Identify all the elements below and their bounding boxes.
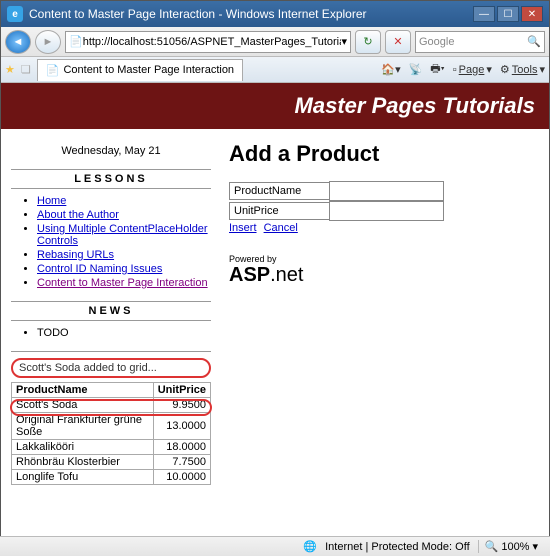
table-row: Lakkalikööri18.0000	[12, 440, 211, 455]
list-item: Home	[37, 195, 211, 207]
browser-tab[interactable]: 📄 Content to Master Page Interaction	[37, 59, 243, 81]
lesson-link[interactable]: Using Multiple ContentPlaceHolder Contro…	[37, 223, 208, 247]
dropdown-icon[interactable]: ▾	[341, 35, 347, 48]
lesson-link[interactable]: Rebasing URLs	[37, 249, 114, 261]
feeds-icon[interactable]: ❏	[21, 63, 31, 76]
lesson-link[interactable]: Home	[37, 195, 66, 207]
zoom-level: 100%	[501, 541, 529, 553]
nav-toolbar: ◄ ► 📄 ▾ ↻ ✕ Google 🔍	[1, 27, 549, 57]
search-text: Google	[419, 36, 527, 48]
minimize-button[interactable]: —	[473, 6, 495, 22]
ie-icon: e	[7, 6, 23, 22]
forward-button[interactable]: ►	[35, 30, 61, 54]
back-button[interactable]: ◄	[5, 30, 31, 54]
feed-icon[interactable]: 📡	[409, 63, 423, 76]
list-item: Using Multiple ContentPlaceHolder Contro…	[37, 223, 211, 247]
table-row: Original Frankfurter grüne Soße13.0000	[12, 413, 211, 440]
page-title: Add a Product	[229, 141, 539, 167]
window-title: Content to Master Page Interaction - Win…	[29, 7, 367, 21]
lesson-link[interactable]: Content to Master Page Interaction	[37, 277, 208, 289]
page-icon: 📄	[69, 35, 83, 48]
productname-input[interactable]	[329, 181, 444, 201]
print-icon[interactable]: 🖶▾	[430, 60, 444, 79]
list-item: TODO	[37, 327, 211, 339]
table-row: Scott's Soda9.9500	[12, 398, 211, 413]
products-grid: ProductName UnitPrice Scott's Soda9.9500…	[11, 382, 211, 485]
table-row: Longlife Tofu10.0000	[12, 470, 211, 485]
table-row: Rhönbräu Klosterbier7.7500	[12, 455, 211, 470]
list-item: Rebasing URLs	[37, 249, 211, 261]
favorites-icon[interactable]: ★	[5, 63, 15, 76]
news-list: TODO	[11, 327, 211, 339]
list-item: About the Author	[37, 209, 211, 221]
date-label: Wednesday, May 21	[11, 145, 211, 157]
list-item: Content to Master Page Interaction	[37, 277, 211, 289]
col-price: UnitPrice	[153, 383, 210, 398]
search-icon[interactable]: 🔍	[527, 35, 541, 48]
zoom-control[interactable]: 🔍 100% ▾	[478, 540, 544, 553]
insert-link[interactable]: Insert	[229, 222, 257, 234]
lesson-link[interactable]: About the Author	[37, 209, 119, 221]
lessons-list: Home About the Author Using Multiple Con…	[11, 195, 211, 289]
window-titlebar: e Content to Master Page Interaction - W…	[1, 1, 549, 27]
news-heading: NEWS	[11, 301, 211, 321]
search-box[interactable]: Google 🔍	[415, 31, 545, 53]
table-header-row: ProductName UnitPrice	[12, 383, 211, 398]
sidebar: Wednesday, May 21 LESSONS Home About the…	[11, 137, 211, 485]
page-header: Master Pages Tutorials	[1, 83, 549, 129]
globe-icon: 🌐	[303, 540, 317, 553]
main-content: Add a Product ProductName UnitPrice Inse…	[229, 137, 539, 485]
col-name: ProductName	[12, 383, 154, 398]
address-bar[interactable]: 📄 ▾	[65, 31, 351, 53]
status-message: Scott's Soda added to grid...	[11, 358, 211, 378]
tab-label: Content to Master Page Interaction	[63, 64, 234, 76]
status-bar: 🌐 Internet | Protected Mode: Off 🔍 100% …	[0, 536, 550, 556]
lesson-link[interactable]: Control ID Naming Issues	[37, 263, 162, 275]
productname-label: ProductName	[229, 182, 329, 200]
unitprice-input[interactable]	[329, 201, 444, 221]
tools-menu[interactable]: ⚙ Tools ▾	[500, 63, 545, 76]
page-menu[interactable]: ▫ Page ▾	[453, 63, 492, 76]
zoom-icon: 🔍	[485, 540, 499, 553]
home-icon[interactable]: 🏠▾	[381, 63, 400, 76]
unitprice-label: UnitPrice	[229, 202, 329, 220]
close-button[interactable]: ✕	[521, 6, 543, 22]
url-input[interactable]	[83, 36, 342, 48]
maximize-button[interactable]: ☐	[497, 6, 519, 22]
cancel-link[interactable]: Cancel	[264, 222, 298, 234]
header-title: Master Pages Tutorials	[295, 93, 535, 118]
security-zone: Internet | Protected Mode: Off	[325, 541, 470, 553]
lessons-heading: LESSONS	[11, 169, 211, 189]
refresh-button[interactable]: ↻	[355, 30, 381, 54]
list-item: Control ID Naming Issues	[37, 263, 211, 275]
tab-icon: 📄	[46, 64, 60, 77]
powered-by: Powered by ASP.net	[229, 254, 539, 287]
tab-bar: ★ ❏ 📄 Content to Master Page Interaction…	[1, 57, 549, 83]
stop-button[interactable]: ✕	[385, 30, 411, 54]
